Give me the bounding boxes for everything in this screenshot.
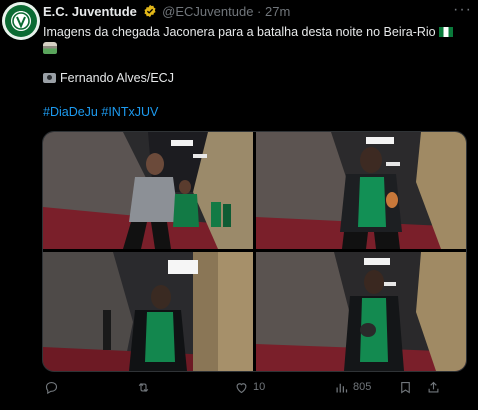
stadium-emoji-line — [43, 40, 57, 56]
media-photo-4[interactable] — [256, 252, 466, 371]
tweet-text: Imagens da chegada Jaconera para a batal… — [43, 25, 436, 39]
views-count: 805 — [353, 381, 372, 393]
retweet-button[interactable] — [136, 378, 155, 396]
views-chart-icon — [336, 383, 348, 392]
like-button[interactable]: 10 — [234, 378, 265, 396]
author-name[interactable]: E.C. Juventude — [43, 4, 137, 19]
retweet-icon — [138, 382, 149, 392]
bookmark-icon — [401, 381, 410, 394]
bookmark-button[interactable] — [398, 378, 413, 396]
tweet-header: E.C. Juventude @ECJuventude · 27m — [43, 4, 290, 20]
tweet-text-line: Imagens da chegada Jaconera para a batal… — [43, 24, 453, 40]
share-icon — [428, 381, 439, 392]
share-button[interactable] — [426, 378, 441, 396]
club-crest-icon — [11, 11, 31, 31]
author-handle[interactable]: @ECJuventude — [162, 4, 253, 19]
views-button[interactable]: 805 — [334, 378, 371, 396]
media-photo-3[interactable] — [43, 252, 253, 371]
photo-credit-line: Fernando Alves/ECJ — [43, 70, 174, 86]
flag-emoji-icon — [438, 27, 453, 37]
more-options-icon[interactable]: ··· — [453, 2, 472, 18]
tweet-actions: 10 805 — [0, 378, 478, 398]
stadium-emoji-icon — [43, 42, 57, 54]
tweet[interactable]: E.C. Juventude @ECJuventude · 27m ··· Im… — [0, 0, 478, 410]
header-separator: · — [257, 4, 262, 19]
reply-button[interactable] — [44, 378, 63, 396]
verified-badge-icon — [144, 4, 156, 18]
camera-emoji-icon — [43, 73, 56, 83]
heart-icon — [236, 382, 247, 393]
hashtags[interactable]: #DiaDeJu #INTxJUV — [43, 104, 158, 120]
avatar[interactable] — [2, 2, 40, 40]
reply-icon — [45, 381, 58, 394]
like-count: 10 — [253, 381, 266, 393]
photo-credit: Fernando Alves/ECJ — [60, 71, 174, 85]
media-photo-2[interactable] — [256, 132, 466, 249]
tweet-timestamp[interactable]: 27m — [265, 4, 290, 19]
media-photo-1[interactable] — [43, 132, 253, 249]
media-grid — [42, 131, 467, 372]
